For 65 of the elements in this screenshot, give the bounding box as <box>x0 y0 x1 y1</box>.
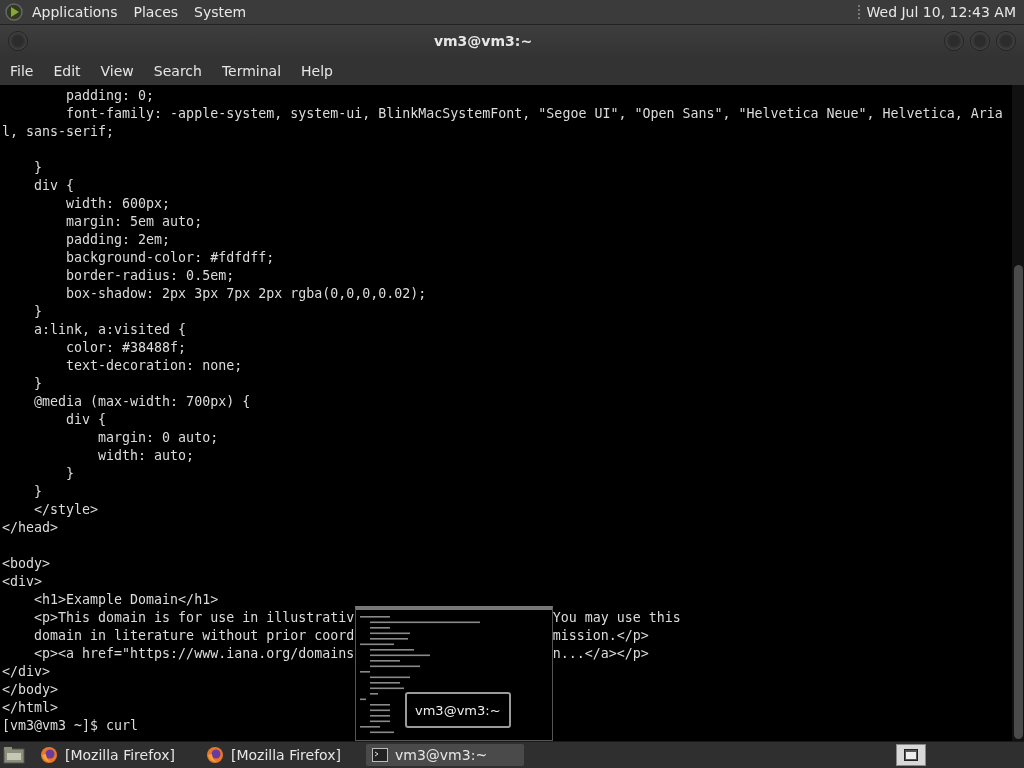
terminal-line: <p><a href="https://www.iana.org/domains <box>33 645 356 663</box>
terminal-line: <h1>Example Domain</h1> <box>33 591 219 609</box>
terminal-line: n...</a></p> <box>552 645 650 663</box>
terminal-icon <box>372 748 388 762</box>
terminal-line: </html> <box>2 699 59 717</box>
terminal-line: <body> <box>2 555 51 573</box>
terminal-line: div { <box>33 177 75 195</box>
terminal-line: [vm3@vm3 ~]$ curl <box>2 717 139 735</box>
terminal-line: font-family: -apple-system, system-ui, BlinkMacSystemFont, "Segoe UI", "Open Sans", "Helvetica Neue", Helvetica, Aria <box>65 105 1003 123</box>
taskbar-button[interactable]: [Mozilla Firefox] <box>200 744 358 766</box>
terminal-line: margin: 5em auto; <box>65 213 203 231</box>
clock[interactable]: Wed Jul 10, 12:43 AM <box>860 4 1020 20</box>
terminal-line: div { <box>65 411 107 429</box>
terminal-line: </head> <box>2 519 59 537</box>
terminal-line: border-radius: 0.5em; <box>65 267 235 285</box>
menu-item[interactable]: Terminal <box>213 63 290 79</box>
panel-menu[interactable]: Applications <box>24 4 126 20</box>
maximize-button[interactable] <box>970 31 990 51</box>
terminal-line: padding: 0; <box>65 87 155 105</box>
terminal-line: l, sans-serif; <box>2 123 115 141</box>
terminal-line: a:link, a:visited { <box>33 321 187 339</box>
terminal-line: } <box>33 375 43 393</box>
terminal-line: You may use this <box>552 609 682 627</box>
terminal-line: } <box>33 303 43 321</box>
browser-icon <box>40 746 58 764</box>
workspace-switcher[interactable] <box>896 744 926 766</box>
menu-item[interactable]: View <box>92 63 142 79</box>
distro-logo-icon[interactable] <box>4 2 24 22</box>
menu-item[interactable]: Search <box>145 63 210 79</box>
show-desktop-icon[interactable] <box>2 745 26 765</box>
tooltip: vm3@vm3:~ <box>405 692 511 728</box>
browser-icon <box>206 746 224 764</box>
terminal-line: width: auto; <box>97 447 195 465</box>
scrollbar-thumb[interactable] <box>1014 265 1023 739</box>
panel-menu[interactable]: Places <box>125 4 187 20</box>
terminal-line: box-shadow: 2px 3px 7px 2px rgba(0,0,0,0.02); <box>65 285 427 303</box>
window-menu-button[interactable] <box>8 31 28 51</box>
panel-menu[interactable]: System <box>186 4 255 20</box>
terminal-line: width: 600px; <box>65 195 171 213</box>
menu-item[interactable]: File <box>2 63 42 79</box>
terminal-line: domain in literature without prior coord <box>33 627 356 645</box>
menu-item[interactable]: Edit <box>45 63 89 79</box>
terminal-line: </style> <box>33 501 99 519</box>
terminal-line: </body> <box>2 681 59 699</box>
terminal-line: } <box>65 465 75 483</box>
terminal-line: padding: 2em; <box>65 231 171 249</box>
terminal-line: } <box>33 159 43 177</box>
terminal-line: text-decoration: none; <box>65 357 243 375</box>
close-button[interactable] <box>996 31 1016 51</box>
terminal-line: <p>This domain is for use in illustrativ <box>33 609 356 627</box>
terminal-line: color: #38488f; <box>65 339 187 357</box>
terminal-line: @media (max-width: 700px) { <box>33 393 251 411</box>
terminal-line: </div> <box>2 663 51 681</box>
panel-handle-icon <box>856 3 861 21</box>
terminal-line: mission.</p> <box>552 627 650 645</box>
terminal-line: } <box>33 483 43 501</box>
taskbar-button[interactable]: vm3@vm3:~ <box>366 744 524 766</box>
minimize-button[interactable] <box>944 31 964 51</box>
terminal-line: margin: 0 auto; <box>97 429 219 447</box>
window-title: vm3@vm3:~ <box>432 33 534 49</box>
window-icon <box>904 749 918 761</box>
terminal-line: <div> <box>2 573 43 591</box>
terminal-line: background-color: #fdfdff; <box>65 249 275 267</box>
menu-item[interactable]: Help <box>293 63 341 79</box>
taskbar-button[interactable]: [Mozilla Firefox] <box>34 744 192 766</box>
